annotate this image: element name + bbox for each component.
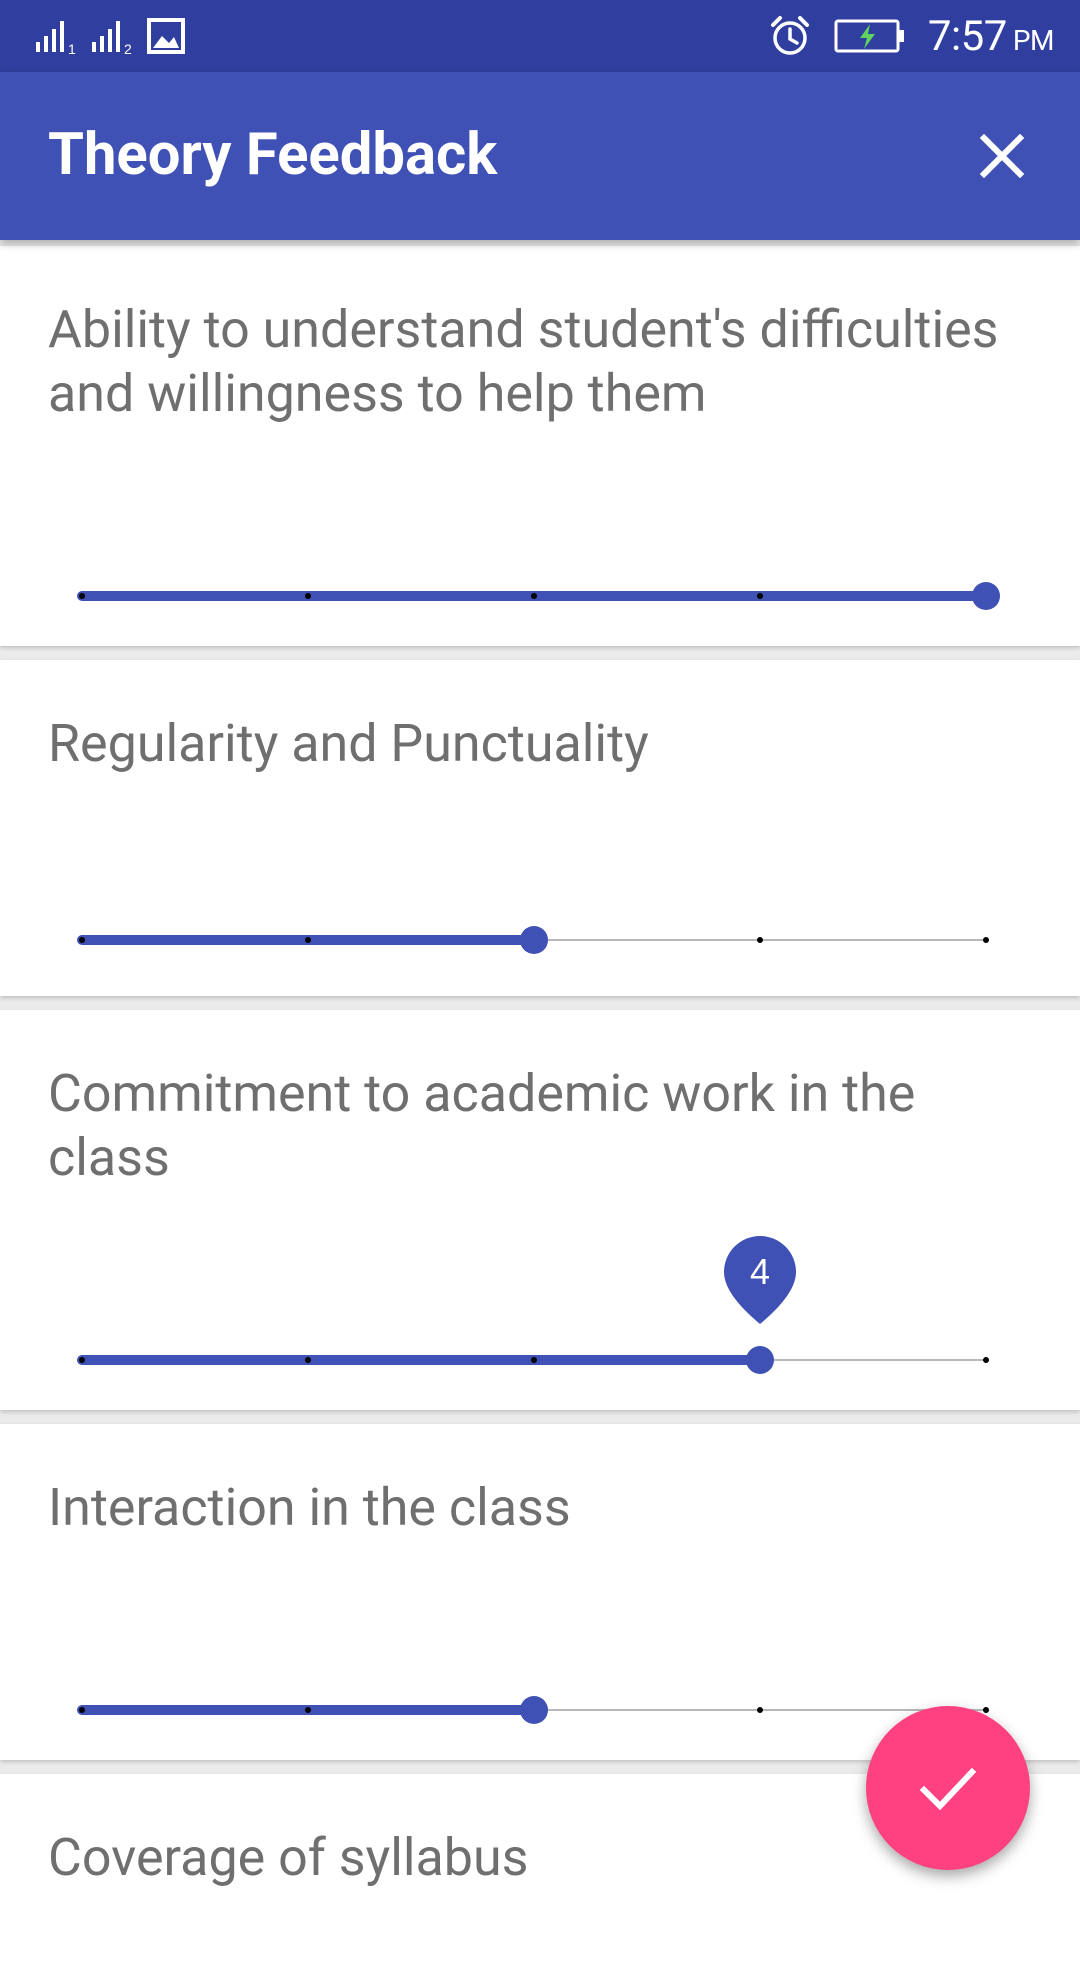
slider-tick bbox=[983, 1707, 989, 1713]
slider-thumb[interactable] bbox=[972, 582, 1000, 610]
slider-tick bbox=[757, 937, 763, 943]
rating-slider[interactable]: 4 bbox=[62, 1236, 1006, 1374]
slider-tick bbox=[983, 1357, 989, 1363]
feedback-card: Regularity and Punctuality bbox=[0, 660, 1080, 996]
question-label: Commitment to academic work in the class bbox=[48, 1063, 916, 1188]
slider-tick bbox=[757, 593, 763, 599]
slider-tick bbox=[983, 937, 989, 943]
status-left-icons: 1 2 bbox=[34, 16, 186, 56]
status-bar: 1 2 7:57 PM bbox=[0, 0, 1080, 72]
slider-tick bbox=[79, 1707, 85, 1713]
check-icon bbox=[919, 1767, 977, 1811]
rating-slider[interactable] bbox=[62, 546, 1006, 610]
feedback-card: Interaction in the class bbox=[0, 1424, 1080, 1760]
slider-tick bbox=[79, 1357, 85, 1363]
slider-tick bbox=[305, 1707, 311, 1713]
slider-value-bubble: 4 bbox=[724, 1236, 796, 1324]
feedback-card: Ability to understand student's difficul… bbox=[0, 246, 1080, 646]
slider-tick bbox=[79, 937, 85, 943]
signal-sim1-icon: 1 bbox=[36, 21, 76, 56]
battery-charging-icon bbox=[834, 19, 904, 53]
slider-tick bbox=[531, 1357, 537, 1363]
image-notification-icon bbox=[147, 18, 185, 54]
submit-fab-button[interactable] bbox=[866, 1706, 1030, 1870]
svg-text:2: 2 bbox=[124, 41, 132, 56]
close-button[interactable] bbox=[970, 124, 1034, 188]
slider-graphic bbox=[77, 582, 1000, 610]
status-time-ampm: PM bbox=[1012, 23, 1055, 57]
status-time: 7:57 PM bbox=[927, 11, 1055, 61]
close-icon bbox=[980, 134, 1024, 178]
question-label: Interaction in the class bbox=[48, 1477, 571, 1538]
slider-tick bbox=[79, 593, 85, 599]
slider-thumb[interactable] bbox=[520, 1696, 548, 1724]
rating-slider[interactable] bbox=[62, 890, 1006, 954]
slider-tick bbox=[305, 593, 311, 599]
page-title: Theory Feedback bbox=[48, 121, 498, 189]
alarm-icon bbox=[770, 16, 809, 55]
slider-graphic bbox=[77, 926, 989, 954]
signal-sim2-icon: 2 bbox=[92, 21, 132, 56]
slider-tick bbox=[305, 937, 311, 943]
status-time-value: 7:57 bbox=[927, 11, 1008, 61]
status-right-icons: 7:57 PM bbox=[768, 0, 1055, 72]
question-label: Regularity and Punctuality bbox=[48, 713, 649, 774]
slider-bubble-value: 4 bbox=[750, 1251, 770, 1292]
slider-graphic: 4 bbox=[77, 1236, 989, 1374]
slider-thumb[interactable] bbox=[520, 926, 548, 954]
rating-slider[interactable] bbox=[62, 1660, 1006, 1724]
question-label: Ability to understand student's difficul… bbox=[48, 299, 999, 424]
slider-thumb[interactable] bbox=[746, 1346, 774, 1374]
slider-tick bbox=[757, 1707, 763, 1713]
feedback-card: Commitment to academic work in the class… bbox=[0, 1010, 1080, 1410]
svg-text:1: 1 bbox=[68, 41, 76, 56]
slider-graphic bbox=[77, 1696, 989, 1724]
app-bar: Theory Feedback bbox=[0, 72, 1080, 240]
slider-tick bbox=[531, 593, 537, 599]
slider-tick bbox=[305, 1357, 311, 1363]
